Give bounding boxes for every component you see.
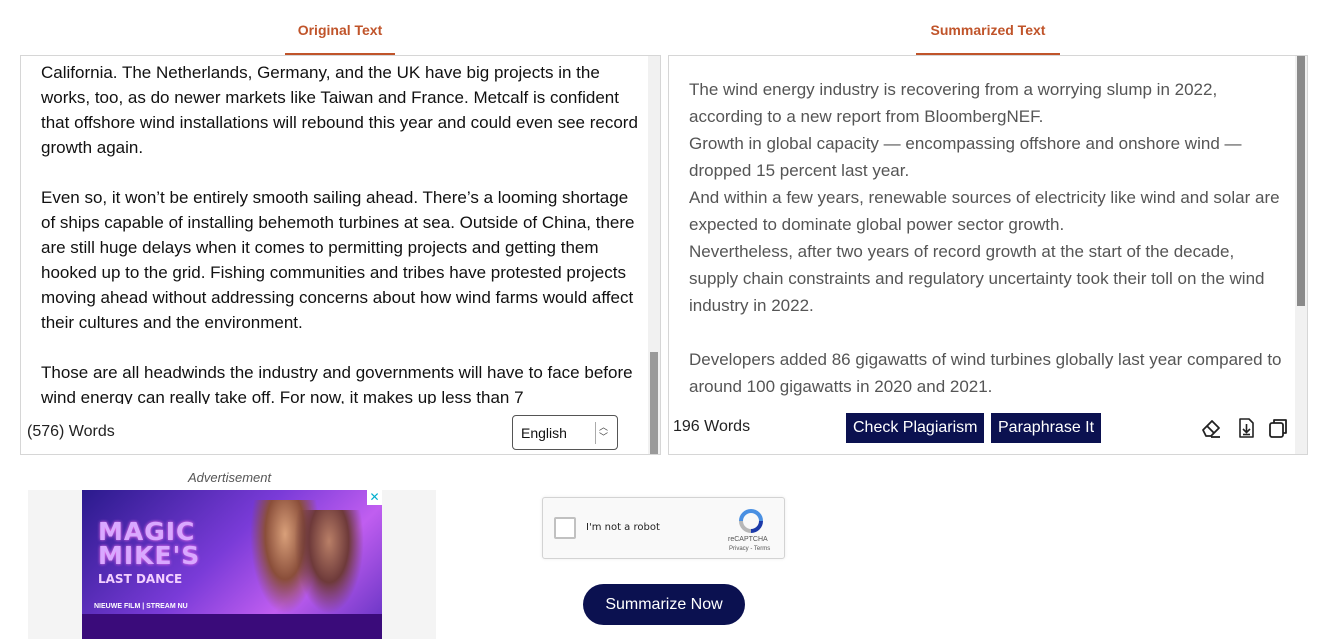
recaptcha-brand: reCAPTCHA <box>728 536 768 543</box>
summary-scrollbar-thumb[interactable] <box>1297 56 1305 306</box>
summary-paragraph: Developers added 86 gigawatts of wind tu… <box>689 350 1282 396</box>
advertisement-banner[interactable]: MAGIC MIKE'S LAST DANCE NIEUWE FILM | ST… <box>82 490 382 639</box>
recaptcha-logo-icon <box>739 509 763 533</box>
recaptcha-checkbox[interactable] <box>554 517 576 539</box>
original-paragraph: Even so, it won’t be entirely smooth sai… <box>41 188 635 332</box>
original-paragraph: California. The Netherlands, Germany, an… <box>41 63 638 157</box>
advertisement-area: MAGIC MIKE'S LAST DANCE NIEUWE FILM | ST… <box>28 490 436 639</box>
summary-text-area: The wind energy industry is recovering f… <box>689 76 1285 396</box>
recaptcha-widget: I'm not a robot reCAPTCHA Privacy - Term… <box>542 497 785 559</box>
summary-paragraph: Nevertheless, after two years of record … <box>689 242 1265 315</box>
summary-paragraph: And within a few years, renewable source… <box>689 188 1280 234</box>
eraser-icon[interactable] <box>1200 417 1222 439</box>
original-word-count: (576) Words <box>27 423 115 440</box>
ad-close-icon[interactable]: ✕ <box>367 490 382 505</box>
copy-icon[interactable] <box>1267 417 1289 439</box>
original-text-panel: California. The Netherlands, Germany, an… <box>20 55 661 455</box>
original-scrollbar[interactable] <box>648 56 660 454</box>
check-plagiarism-button[interactable]: Check Plagiarism <box>846 413 985 443</box>
recaptcha-terms[interactable]: Privacy - Terms <box>729 546 770 552</box>
advertisement-label: Advertisement <box>188 470 272 485</box>
summarized-text-panel: The wind energy industry is recovering f… <box>668 55 1308 455</box>
ad-bottom-strip <box>82 614 382 639</box>
original-paragraph: Those are all headwinds the industry and… <box>41 363 633 404</box>
ad-title: MAGIC MIKE'S <box>98 517 201 570</box>
select-chevron-icon: ︿ ﹀ <box>595 422 611 444</box>
original-text-area[interactable]: California. The Netherlands, Germany, an… <box>41 60 641 404</box>
tab-summary-label: Summarized Text <box>930 22 1046 38</box>
download-icon[interactable] <box>1235 417 1257 439</box>
tab-original-label: Original Text <box>297 22 383 38</box>
recaptcha-label: I'm not a robot <box>586 522 660 533</box>
ad-tagline: NIEUWE FILM | STREAM NU <box>94 603 188 610</box>
language-selected-value: English <box>521 425 567 441</box>
paraphrase-button[interactable]: Paraphrase It <box>991 413 1102 443</box>
summary-paragraph: The wind energy industry is recovering f… <box>689 80 1218 126</box>
tab-original-text[interactable]: Original Text <box>285 22 395 55</box>
summary-paragraph: Growth in global capacity — encompassing… <box>689 134 1242 180</box>
summary-scrollbar[interactable] <box>1295 56 1307 454</box>
language-select[interactable]: English ︿ ﹀ <box>512 415 618 450</box>
tab-summarized-text[interactable]: Summarized Text <box>916 22 1060 55</box>
summary-gap <box>689 319 1285 346</box>
original-scrollbar-thumb[interactable] <box>650 352 658 454</box>
summarize-now-button[interactable]: Summarize Now <box>583 584 745 625</box>
summary-word-count: 196 Words <box>673 418 751 435</box>
ad-figure-man <box>294 510 364 614</box>
ad-subtitle: LAST DANCE <box>98 572 183 586</box>
